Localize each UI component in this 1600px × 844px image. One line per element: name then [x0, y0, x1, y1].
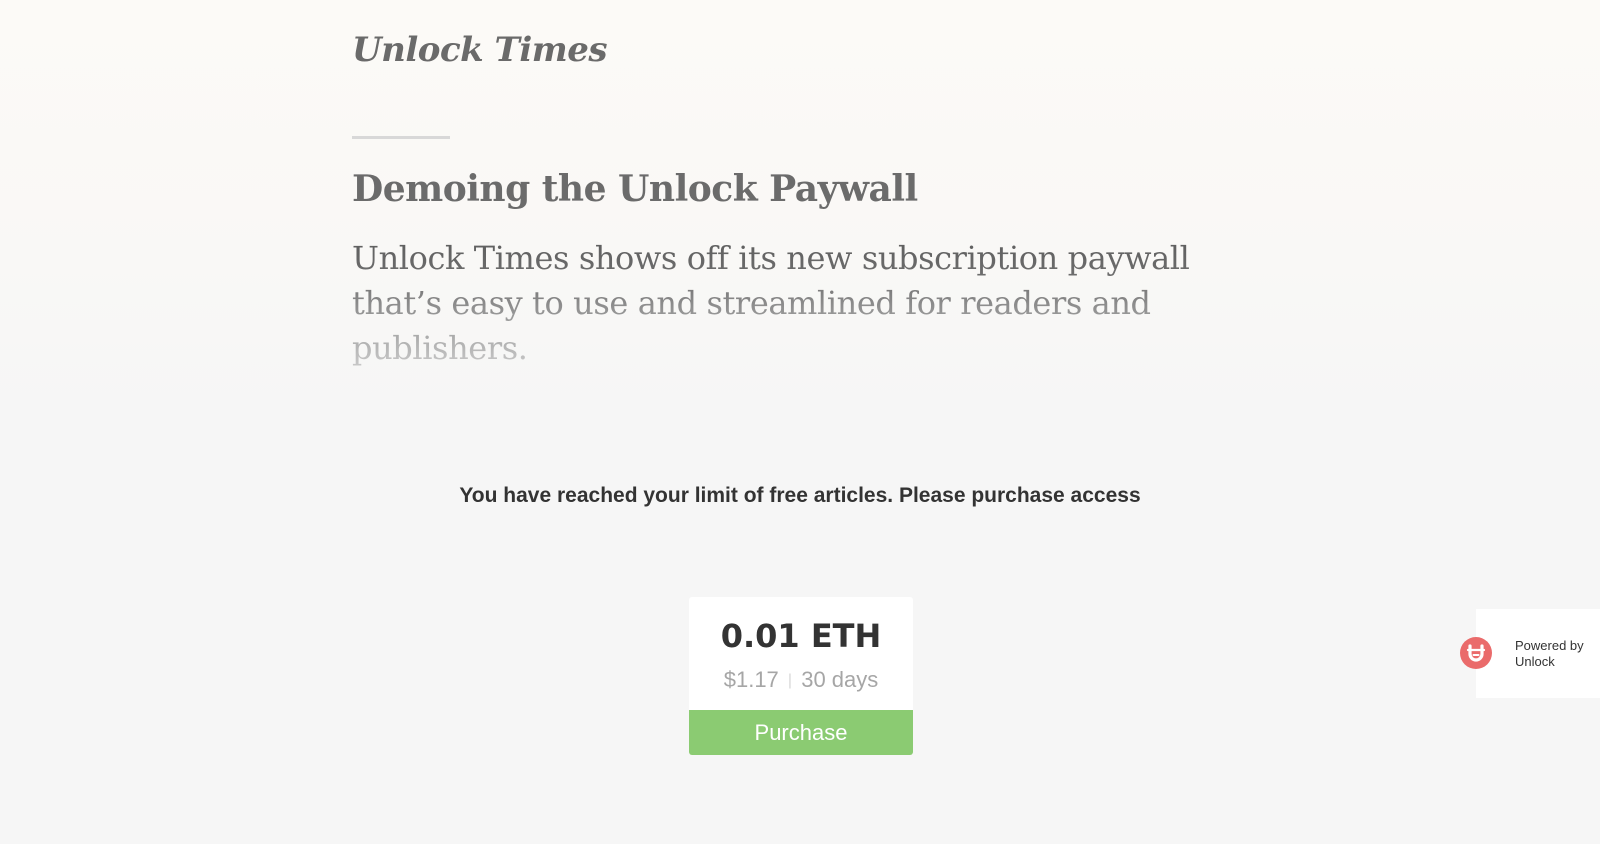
purchase-button[interactable]: Purchase — [689, 710, 913, 755]
article-headline: Demoing the Unlock Paywall — [352, 168, 918, 210]
price-eth: 0.01 ETH — [720, 617, 882, 655]
article-lede: Unlock Times shows off its new subscript… — [352, 236, 1232, 371]
powered-by-text[interactable]: Powered by Unlock — [1515, 638, 1584, 670]
duration: 30 days — [801, 667, 879, 692]
offer-card: 0.01 ETH $1.17 | 30 days Purchase — [689, 597, 913, 755]
price-usd: $1.17 — [723, 667, 779, 692]
powered-by-label: Powered by — [1515, 638, 1584, 653]
paywall-message: You have reached your limit of free arti… — [459, 484, 1141, 507]
powered-by-brand: Unlock — [1515, 654, 1555, 669]
site-logo[interactable]: Unlock Times — [352, 30, 608, 70]
unlock-logo-icon[interactable] — [1460, 637, 1492, 669]
headline-divider — [352, 136, 450, 139]
price-details: $1.17 | 30 days — [689, 667, 913, 693]
price-separator: | — [787, 672, 793, 689]
